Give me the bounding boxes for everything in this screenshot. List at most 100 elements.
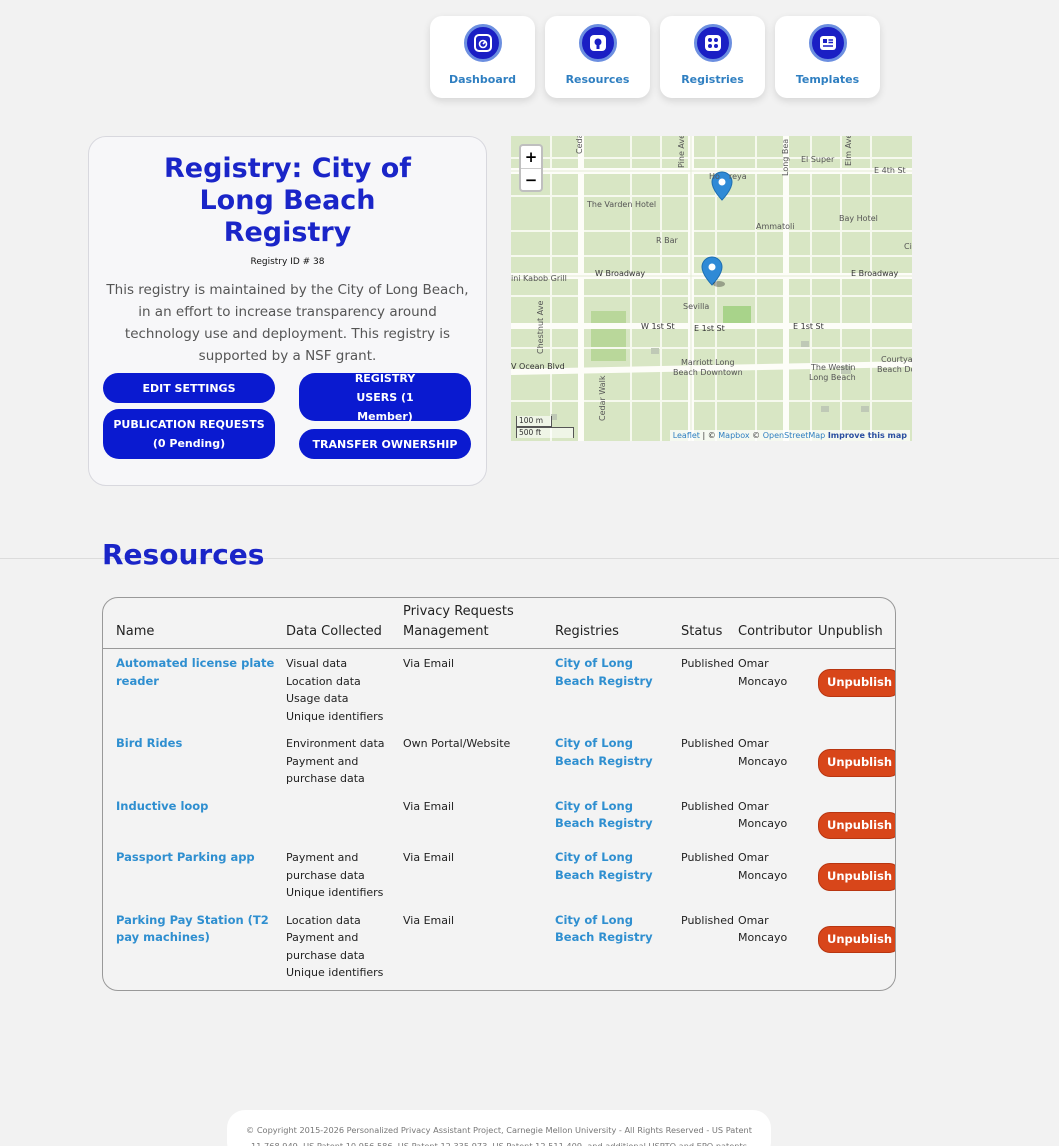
unpublish-button[interactable]: Unpublish: [818, 669, 895, 697]
cell-registries: City of Long Beach Registry: [555, 906, 681, 986]
cell-registries: City of Long Beach Registry: [555, 792, 681, 844]
cell-name: Inductive loop: [103, 792, 286, 844]
map-label: Courtya: [881, 355, 912, 364]
map-label: Bay Hotel: [839, 214, 878, 223]
top-nav: Dashboard Resources Registries Templates: [430, 16, 880, 98]
osm-link[interactable]: OpenStreetMap: [763, 431, 826, 440]
table-row: Bird Rides Environment data Payment and p…: [103, 729, 895, 792]
unpublish-button[interactable]: Unpublish: [818, 925, 895, 953]
nav-dashboard[interactable]: Dashboard: [430, 16, 535, 98]
resource-name-link[interactable]: Passport Parking app: [116, 850, 255, 864]
nav-resources[interactable]: Resources: [545, 16, 650, 98]
cell-data-collected: Location data Payment and purchase data …: [286, 913, 384, 980]
zoom-in-button[interactable]: +: [521, 146, 541, 168]
cell-data-collected: [286, 792, 403, 844]
cell-contributor: Omar Moncayo: [738, 913, 788, 945]
mapbox-link[interactable]: Mapbox: [718, 431, 749, 440]
map-label: R Bar: [656, 236, 678, 245]
cell-unpublish: Unpublish: [818, 906, 895, 986]
col-header-name: Name: [103, 598, 286, 649]
resources-heading: Resources: [102, 538, 265, 571]
registry-link[interactable]: City of Long Beach Registry: [555, 799, 653, 831]
col-header-registries: Registries: [555, 598, 681, 649]
nav-templates[interactable]: Templates: [775, 16, 880, 98]
registry-title: Registry: City of Long Beach Registry: [163, 153, 412, 248]
col-header-contributor: Contributor: [738, 598, 818, 649]
cell-name: Automated license plate reader: [103, 649, 286, 730]
transfer-ownership-button[interactable]: TRANSFER OWNERSHIP: [299, 429, 471, 459]
nav-dashboard-label: Dashboard: [448, 73, 517, 86]
cell-privacy-management: Via Email: [403, 851, 455, 864]
registry-users-button[interactable]: REGISTRY USERS (1 Member): [299, 372, 471, 423]
cell-privacy-management: Via Email: [403, 799, 455, 813]
improve-map-link[interactable]: Improve this map: [828, 431, 907, 440]
registry-id: Registry ID # 38: [250, 257, 325, 267]
cell-unpublish: Unpublish: [818, 843, 895, 906]
map-label: Pine Ave: [677, 136, 686, 168]
publication-requests-button[interactable]: PUBLICATION REQUESTS (0 Pending): [103, 409, 275, 459]
cell-data-collected: Environment data Payment and purchase da…: [286, 737, 385, 785]
unpublish-button[interactable]: Unpublish: [818, 811, 895, 839]
table-row: Parking Pay Station (T2 pay machines) Loc…: [103, 906, 895, 986]
registry-link[interactable]: City of Long Beach Registry: [555, 736, 653, 768]
map-label: Ci: [904, 242, 912, 251]
cell-unpublish: Unpublish: [818, 649, 895, 730]
cell-registries: City of Long Beach Registry: [555, 843, 681, 906]
unpublish-button[interactable]: Unpublish: [818, 749, 895, 777]
scale-metric: 100 m: [516, 416, 552, 427]
registry-link[interactable]: City of Long Beach Registry: [555, 656, 653, 688]
cell-name: Bird Rides: [103, 729, 286, 792]
dashboard-icon: [463, 24, 502, 62]
cell-name: Passport Parking app: [103, 843, 286, 906]
table-row: Automated license plate reader Visual dat…: [103, 649, 895, 730]
unpublish-button[interactable]: Unpublish: [818, 863, 895, 891]
zoom-out-button[interactable]: −: [521, 168, 541, 190]
resource-name-link[interactable]: Bird Rides: [116, 736, 182, 750]
registry-link[interactable]: City of Long Beach Registry: [555, 850, 653, 882]
map-label: El Super: [801, 155, 835, 164]
cell-status: Published: [681, 657, 734, 670]
map-label: The Varden Hotel: [587, 200, 657, 209]
cell-registries: City of Long Beach Registry: [555, 649, 681, 730]
map-label: Ammatoli: [756, 222, 795, 231]
registry-map[interactable]: Cedar Ave Pine Ave Long Bea Elm Ave El S…: [511, 136, 912, 441]
cell-privacy-management: Via Email: [403, 913, 455, 927]
cell-data-collected: Payment and purchase data Unique identif…: [286, 851, 384, 899]
map-label: E 4th St: [874, 166, 906, 175]
cell-status: Published: [681, 851, 734, 864]
table-row: Inductive loop Via Email City of Long Beac…: [103, 792, 895, 844]
map-label: Beach Downtown: [673, 368, 743, 377]
map-label: Cedar Ave: [575, 136, 584, 154]
cell-unpublish: Unpublish: [818, 792, 895, 844]
cell-privacy-management: Own Portal/Website: [403, 737, 511, 750]
templates-icon: [808, 24, 847, 62]
registry-description: This registry is maintained by the City …: [106, 282, 469, 364]
map-label: Marriott Long: [681, 358, 735, 367]
cell-registries: City of Long Beach Registry: [555, 729, 681, 792]
attr-sep: | ©: [699, 431, 719, 440]
cell-status: Published: [681, 737, 734, 750]
resource-name-link[interactable]: Inductive loop: [116, 799, 208, 813]
map-label: Long Bea: [781, 138, 790, 176]
col-header-privacy: Privacy Requests Management: [403, 598, 555, 649]
nav-registries[interactable]: Registries: [660, 16, 765, 98]
leaflet-link[interactable]: Leaflet: [673, 431, 700, 440]
map-label: Long Beach: [809, 373, 856, 382]
map-label: W Broadway: [595, 269, 646, 278]
resources-table: Name Data Collected Privacy Requests Man…: [102, 597, 896, 991]
resource-name-link[interactable]: Automated license plate reader: [116, 656, 274, 688]
map-scale: 100 m 500 ft: [516, 416, 574, 438]
col-header-unpublish: Unpublish: [818, 598, 895, 649]
edit-settings-button[interactable]: EDIT SETTINGS: [103, 373, 275, 403]
registry-link[interactable]: City of Long Beach Registry: [555, 913, 653, 945]
map-label: ini Kabob Grill: [511, 274, 567, 283]
cell-contributor: Omar Moncayo: [738, 799, 788, 831]
map-label: Beach Dc: [877, 365, 912, 374]
map-label: reya: [729, 172, 747, 181]
table-header-row: Name Data Collected Privacy Requests Man…: [103, 598, 895, 649]
map-label: W 1st St: [641, 322, 675, 331]
cell-contributor: Omar Moncayo: [738, 657, 788, 688]
cell-status: Published: [681, 913, 734, 927]
resource-name-link[interactable]: Parking Pay Station (T2 pay machines): [116, 913, 269, 945]
map-zoom-control: + −: [519, 144, 543, 192]
